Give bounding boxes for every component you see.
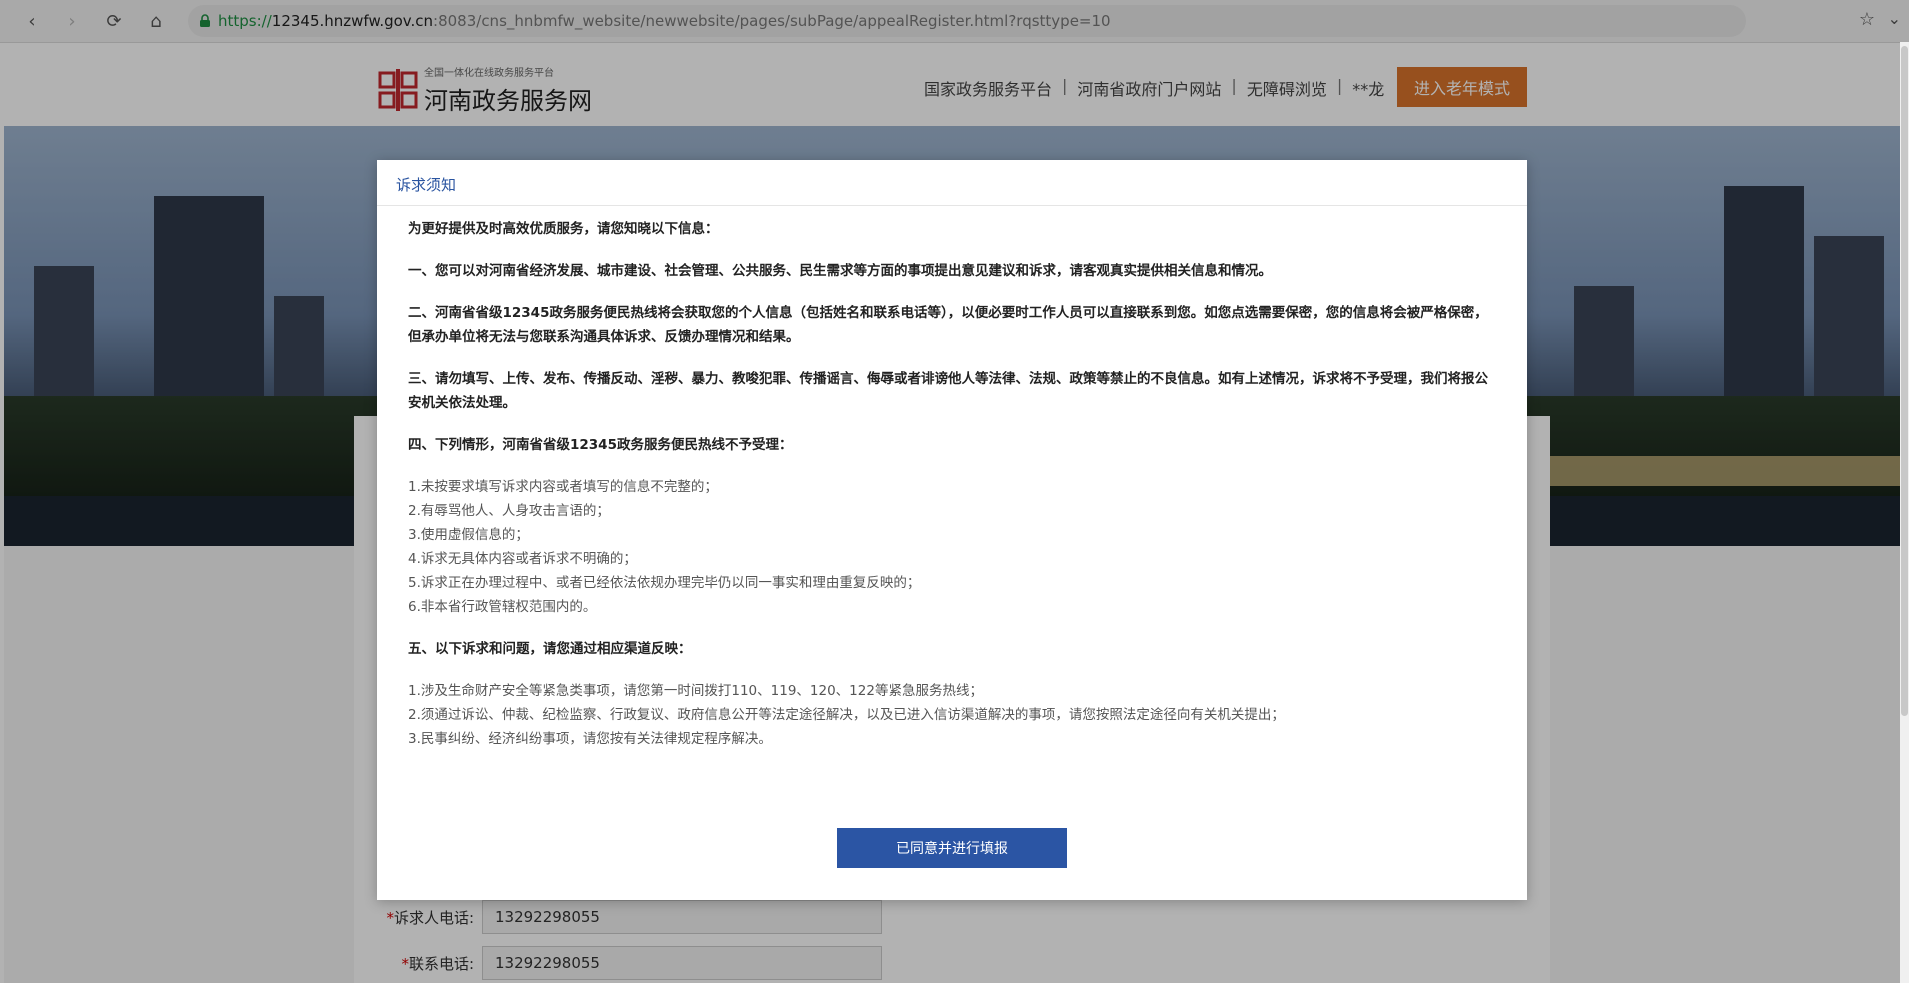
modal-header: 诉求须知	[377, 160, 1527, 206]
agree-and-fill-button[interactable]: 已同意并进行填报	[837, 828, 1067, 868]
scrollbar-thumb[interactable]	[1901, 46, 1908, 716]
notice-item-5: 五、以下诉求和问题，请您通过相应渠道反映：	[408, 641, 692, 657]
list-item: 5.诉求正在办理过程中、或者已经依法依规办理完毕仍以同一事实和理由重复反映的；	[408, 575, 921, 591]
notice-intro: 为更好提供及时高效优质服务，请您知晓以下信息：	[408, 221, 719, 237]
list-item: 2.须通过诉讼、仲裁、纪检监察、行政复议、政府信息公开等法定途径解决，以及已进入…	[408, 707, 1285, 723]
notice-item-1: 一、您可以对河南省经济发展、城市建设、社会管理、公共服务、民生需求等方面的事项提…	[408, 263, 1272, 279]
list-item: 6.非本省行政管辖权范围内的。	[408, 599, 597, 615]
notice-item-2: 二、河南省省级12345政务服务便民热线将会获取您的个人信息（包括姓名和联系电话…	[408, 305, 1488, 345]
notice-modal: 诉求须知 为更好提供及时高效优质服务，请您知晓以下信息： 一、您可以对河南省经济…	[377, 160, 1527, 900]
list-item: 3.民事纠纷、经济纠纷事项，请您按有关法律规定程序解决。	[408, 731, 772, 747]
notice-item-3: 三、请勿填写、上传、发布、传播反动、淫秽、暴力、教唆犯罪、传播谣言、侮辱或者诽谤…	[408, 371, 1488, 411]
notice-item-4: 四、下列情形，河南省省级12345政务服务便民热线不予受理：	[408, 437, 793, 453]
list-item: 1.涉及生命财产安全等紧急类事项，请您第一时间拨打110、119、120、122…	[408, 683, 983, 699]
list-item: 4.诉求无具体内容或者诉求不明确的；	[408, 551, 637, 567]
list-item: 2.有辱骂他人、人身攻击言语的；	[408, 503, 610, 519]
modal-body: 为更好提供及时高效优质服务，请您知晓以下信息： 一、您可以对河南省经济发展、城市…	[408, 217, 1498, 769]
list-item: 3.使用虚假信息的；	[408, 527, 529, 543]
rejection-list: 1.未按要求填写诉求内容或者填写的信息不完整的； 2.有辱骂他人、人身攻击言语的…	[408, 475, 1498, 619]
modal-title: 诉求须知	[396, 176, 457, 194]
list-item: 1.未按要求填写诉求内容或者填写的信息不完整的；	[408, 479, 718, 495]
channel-list: 1.涉及生命财产安全等紧急类事项，请您第一时间拨打110、119、120、122…	[408, 679, 1498, 751]
